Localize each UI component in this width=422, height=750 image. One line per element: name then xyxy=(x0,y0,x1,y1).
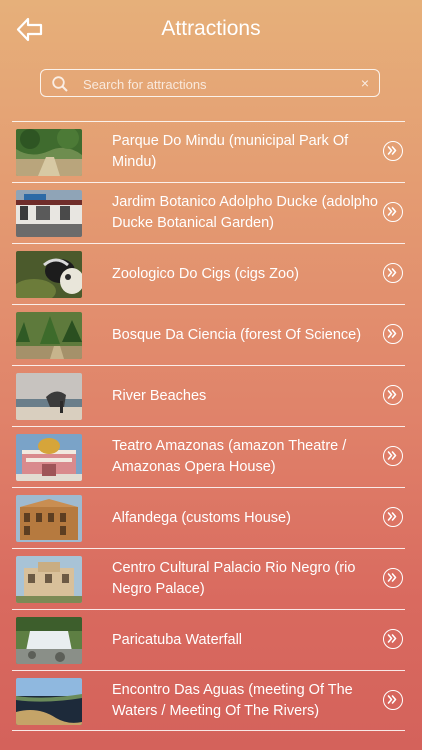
search-input[interactable] xyxy=(81,70,355,98)
attraction-title: Parque Do Mindu (municipal Park Of Mindu… xyxy=(112,133,349,170)
attraction-title: Alfandega (customs House) xyxy=(112,509,291,526)
attraction-thumbnail xyxy=(16,129,82,176)
double-chevron-right-icon[interactable] xyxy=(383,446,403,466)
double-chevron-right-icon[interactable] xyxy=(383,629,403,649)
double-chevron-right-icon[interactable] xyxy=(383,263,403,283)
attraction-row[interactable]: Paricatuba Waterfall xyxy=(12,609,405,670)
attraction-thumbnail xyxy=(16,617,82,664)
search-bar[interactable]: × xyxy=(40,69,380,98)
attraction-title: River Beaches xyxy=(112,387,207,404)
clear-search-icon[interactable]: × xyxy=(361,75,369,91)
attraction-thumbnail xyxy=(16,434,82,481)
attraction-thumbnail xyxy=(16,312,82,359)
attraction-thumbnail xyxy=(16,190,82,237)
header-bar: Attractions xyxy=(0,0,422,62)
attraction-title: Bosque Da Ciencia (forest Of Science) xyxy=(112,326,362,343)
attraction-row[interactable]: Zoologico Do Cigs (cigs Zoo) xyxy=(12,243,405,304)
attraction-title: Zoologico Do Cigs (cigs Zoo) xyxy=(112,265,299,282)
attraction-row[interactable]: Alfandega (customs House) xyxy=(12,487,405,548)
attraction-row[interactable]: Parque Do Mindu (municipal Park Of Mindu… xyxy=(12,121,405,182)
double-chevron-right-icon[interactable] xyxy=(383,385,403,405)
attraction-row[interactable]: Centro Cultural Palacio Rio Negro (rio N… xyxy=(12,548,405,609)
double-chevron-right-icon[interactable] xyxy=(383,324,403,344)
attraction-title: Encontro Das Aguas (meeting Of The Water… xyxy=(112,682,353,719)
attraction-row[interactable]: River Beaches xyxy=(12,365,405,426)
double-chevron-right-icon[interactable] xyxy=(383,507,403,527)
attraction-thumbnail xyxy=(16,495,82,542)
attraction-title: Paricatuba Waterfall xyxy=(112,631,243,648)
attraction-row[interactable]: Bosque Da Ciencia (forest Of Science) xyxy=(12,304,405,365)
double-chevron-right-icon[interactable] xyxy=(383,690,403,710)
attraction-row[interactable]: Teatro Amazonas (amazon Theatre / Amazon… xyxy=(12,426,405,487)
attraction-thumbnail xyxy=(16,373,82,420)
attraction-row[interactable]: Jardim Botanico Adolpho Ducke (adolpho D… xyxy=(12,182,405,243)
double-chevron-right-icon[interactable] xyxy=(383,141,403,161)
attraction-title: Teatro Amazonas (amazon Theatre / Amazon… xyxy=(112,438,347,475)
double-chevron-right-icon[interactable] xyxy=(383,202,403,222)
search-icon xyxy=(52,76,68,92)
attraction-thumbnail xyxy=(16,251,82,298)
page-title: Attractions xyxy=(161,17,261,40)
attraction-row[interactable]: Encontro Das Aguas (meeting Of The Water… xyxy=(12,670,405,731)
attraction-title: Jardim Botanico Adolpho Ducke (adolpho D… xyxy=(112,194,378,231)
attraction-thumbnail xyxy=(16,678,82,725)
double-chevron-right-icon[interactable] xyxy=(383,568,403,588)
attraction-thumbnail xyxy=(16,556,82,603)
attraction-title: Centro Cultural Palacio Rio Negro (rio N… xyxy=(112,560,356,597)
attractions-list: Parque Do Mindu (municipal Park Of Mindu… xyxy=(12,121,405,731)
